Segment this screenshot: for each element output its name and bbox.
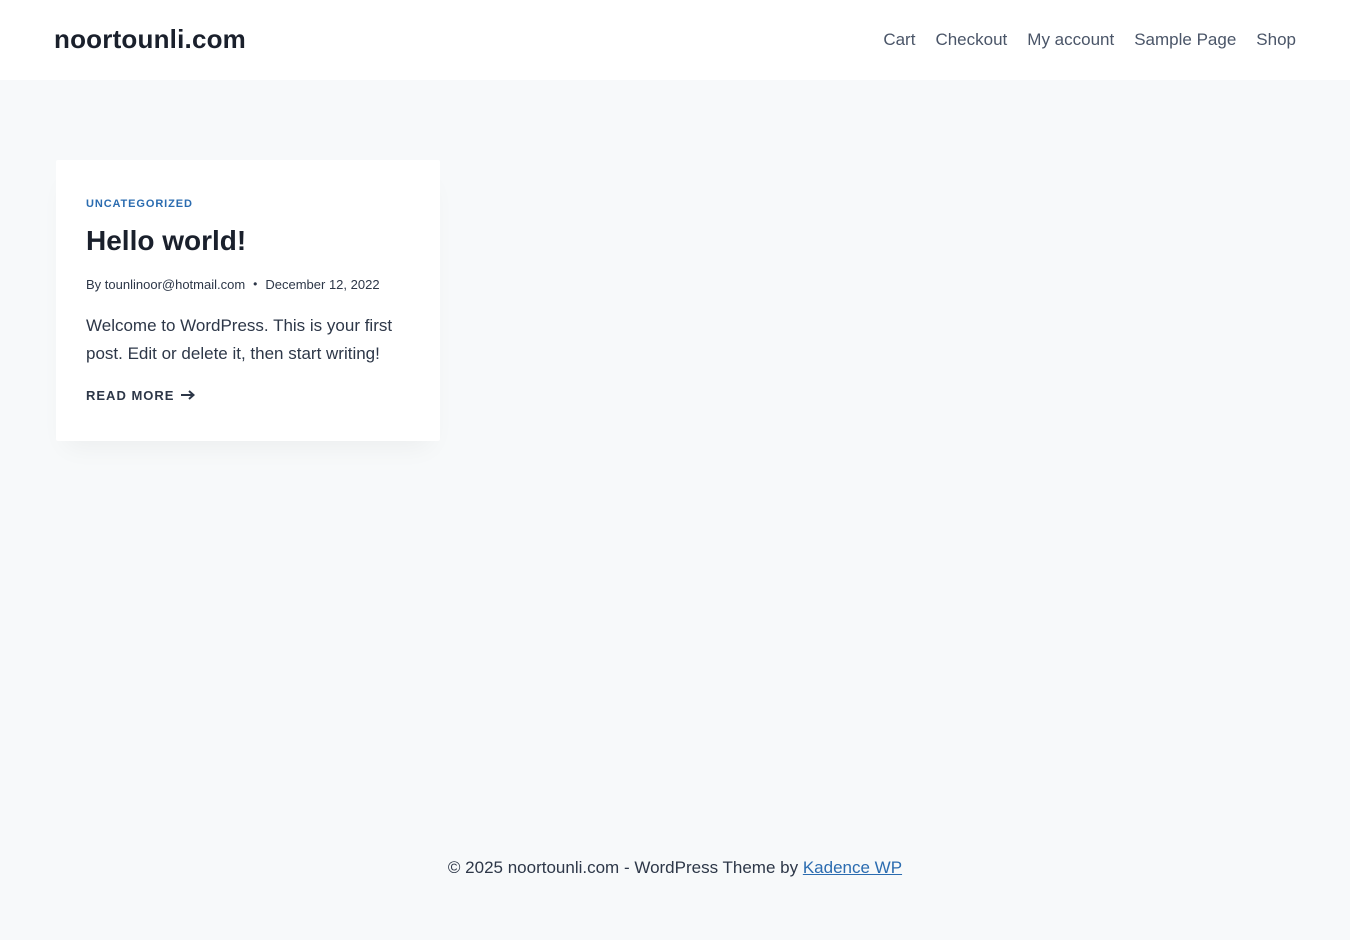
post-date[interactable]: December 12, 2022 — [265, 277, 379, 292]
nav-item-my-account[interactable]: My account — [1027, 30, 1114, 50]
footer-theme-link[interactable]: Kadence WP — [803, 858, 902, 877]
primary-navigation: Cart Checkout My account Sample Page Sho… — [863, 0, 1296, 80]
post-excerpt: Welcome to WordPress. This is your first… — [86, 315, 393, 363]
post-category-link[interactable]: UNCATEGORIZED — [86, 198, 193, 210]
post-author-link[interactable]: tounlinoor@hotmail.com — [105, 277, 245, 292]
post-meta: By tounlinoor@hotmail.com • December 12,… — [86, 277, 410, 292]
nav-item-shop[interactable]: Shop — [1256, 30, 1296, 50]
post-title-link[interactable]: Hello world! — [86, 224, 410, 258]
nav-item-sample-page[interactable]: Sample Page — [1134, 30, 1236, 50]
footer-copyright: © 2025 noortounli.com - WordPress Theme … — [447, 858, 803, 877]
post-card: UNCATEGORIZED Hello world! By tounlinoor… — [56, 160, 440, 441]
nav-item-checkout[interactable]: Checkout — [935, 30, 1007, 50]
nav-item-cart[interactable]: Cart — [883, 30, 915, 50]
arrow-right-icon — [181, 390, 196, 400]
read-more-label: READ MORE — [86, 387, 175, 403]
site-title-link[interactable]: noortounli.com — [54, 24, 246, 55]
read-more-link[interactable]: READ MORE — [86, 387, 196, 403]
site-footer: © 2025 noortounli.com - WordPress Theme … — [0, 858, 1350, 878]
author-prefix: By — [86, 276, 102, 292]
meta-separator: • — [253, 277, 258, 292]
site-header: noortounli.com Cart Checkout My account … — [0, 0, 1350, 80]
